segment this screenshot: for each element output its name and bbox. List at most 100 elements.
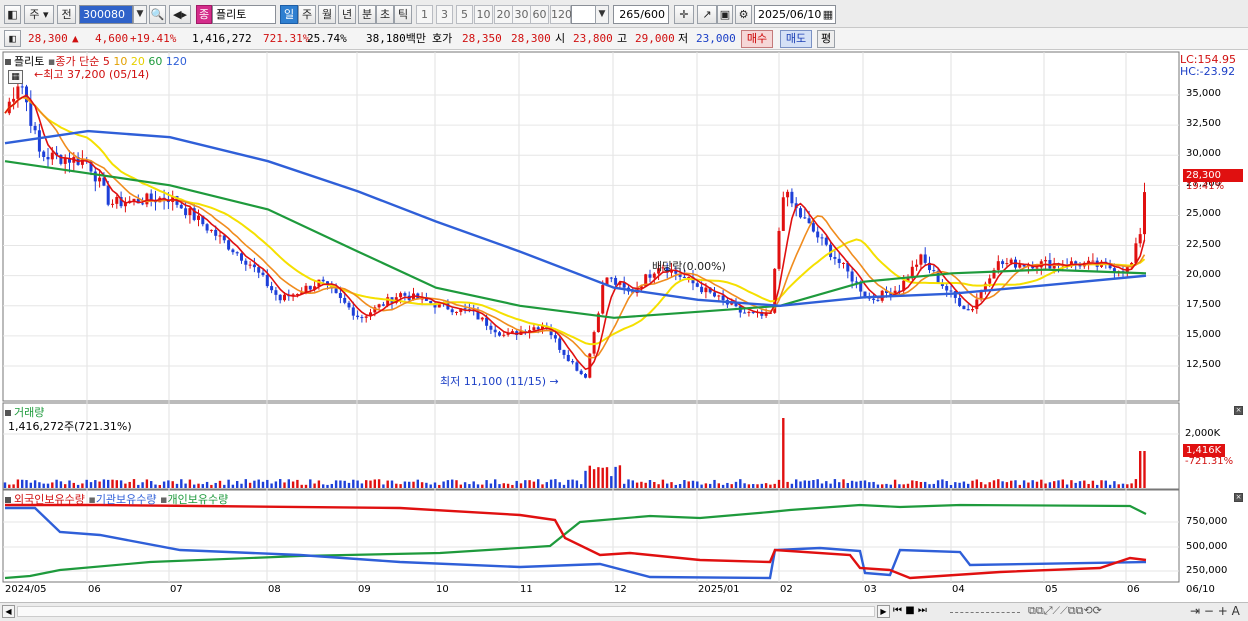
candle-body	[227, 240, 231, 250]
bar-count-field[interactable]: 265/600	[613, 5, 669, 24]
ask-price: 28,300	[511, 32, 551, 45]
candle-body	[562, 349, 566, 355]
sync-icon[interactable]: ⟲	[1083, 604, 1092, 617]
period-3-button[interactable]: 년	[338, 5, 356, 24]
volume-bar	[902, 484, 905, 488]
gear-icon[interactable]: ⚙	[735, 5, 752, 24]
interval-5-button[interactable]: 5	[456, 5, 473, 24]
volume-bar	[1070, 480, 1073, 488]
font-size-icon[interactable]: A	[1232, 604, 1240, 618]
stock-name-field[interactable]: 플리토	[212, 5, 276, 24]
candle-body	[820, 237, 824, 239]
volume-bar	[984, 484, 987, 488]
interval-10-button[interactable]: 10	[474, 5, 493, 24]
stock-chart[interactable]: 플리토 ▪종가 단순 5 10 20 60 120 ▦ ←최고 37,200 (…	[0, 50, 1248, 602]
prev-button[interactable]: 전	[57, 5, 76, 24]
volume-bar	[605, 467, 609, 488]
interval-3-button[interactable]: 3	[436, 5, 453, 24]
volume-bar	[33, 480, 37, 488]
flat-button[interactable]: 평	[817, 30, 835, 48]
panel-menu-icon[interactable]: ◧	[4, 30, 21, 47]
layout2-icon[interactable]: ⧉	[1036, 604, 1044, 617]
line-icon[interactable]: ⟋	[1053, 604, 1061, 617]
first-icon[interactable]: ⏮	[893, 605, 902, 616]
close-volume-panel-icon[interactable]: ×	[1234, 406, 1243, 415]
buy-button[interactable]: 매수	[741, 30, 773, 48]
volume-bar	[614, 466, 617, 488]
chart-canvas[interactable]	[0, 50, 1248, 602]
candle-body	[429, 300, 433, 304]
candle-body	[842, 262, 845, 264]
volume-bar	[248, 482, 252, 488]
interval-30-button[interactable]: 30	[512, 5, 531, 24]
speaker-icon[interactable]: ◀▸	[169, 5, 191, 24]
volume-bar	[812, 480, 815, 488]
candle-body	[1138, 234, 1142, 244]
candle-body	[704, 287, 708, 293]
scroll-track[interactable]	[17, 606, 875, 617]
volume-bar	[59, 481, 63, 488]
draw-tool-icon[interactable]: ↗	[697, 5, 717, 24]
calendar-icon[interactable]: ▦	[820, 6, 836, 23]
line2-icon[interactable]: ⟋	[1060, 604, 1068, 617]
volume-bar	[412, 481, 415, 488]
zoom-in-icon[interactable]: +	[1218, 604, 1228, 618]
interval-1-button[interactable]: 1	[416, 5, 433, 24]
scale-icon[interactable]: ⤢	[1044, 604, 1053, 617]
market-select[interactable]: 주 ▾	[24, 5, 54, 24]
stop-icon[interactable]: ■	[905, 605, 914, 616]
save-icon[interactable]: ▣	[717, 5, 733, 24]
period-6-button[interactable]: 틱	[394, 5, 412, 24]
period-2-button[interactable]: 월	[318, 5, 336, 24]
scroll-right-icon[interactable]: ▶	[877, 605, 890, 618]
volume-bar	[85, 479, 88, 488]
interval-60-button[interactable]: 60	[530, 5, 549, 24]
candle-body	[334, 288, 338, 294]
interval-20-button[interactable]: 20	[494, 5, 513, 24]
period-4-button[interactable]: 분	[358, 5, 376, 24]
sell-button[interactable]: 매도	[780, 30, 812, 48]
period-5-button[interactable]: 초	[376, 5, 394, 24]
volume-bar	[670, 482, 673, 488]
last-icon[interactable]: ⏭	[918, 605, 927, 616]
fit-icon[interactable]: ⇥	[1190, 604, 1200, 618]
period-1-button[interactable]: 주	[298, 5, 316, 24]
zoom-slider[interactable]	[950, 612, 1020, 614]
period-combo-arrow-icon[interactable]: ▼	[595, 5, 609, 24]
interval-120-button[interactable]: 120	[550, 5, 572, 24]
volume-bar	[545, 482, 548, 488]
candle-body	[231, 249, 235, 253]
crosshair-icon[interactable]: ✛	[674, 5, 694, 24]
volume-bar	[975, 479, 978, 488]
candle-body	[592, 332, 596, 354]
volume-bar	[601, 467, 604, 488]
chart-scroll-bar[interactable]: ◀ ▶ ⏮ ■ ⏭ ⧉⧉⤢⟋⟋⧉⧉⟲⟳ ⇥ − + A	[0, 602, 1248, 621]
sync2-icon[interactable]: ⟳	[1093, 604, 1102, 617]
candle-body	[988, 278, 992, 284]
stock-type-badge: 종	[196, 5, 212, 24]
zoom-out-icon[interactable]: −	[1204, 604, 1214, 618]
volume-bar	[29, 482, 32, 488]
volume-bar	[1053, 481, 1056, 488]
period-0-button[interactable]: 일	[280, 5, 298, 24]
volume-bar	[1061, 479, 1064, 488]
volume-bar	[971, 480, 974, 488]
link-icon[interactable]: ⧉	[1068, 604, 1076, 617]
volume-bar	[365, 480, 368, 488]
candle-body	[872, 298, 876, 300]
volume-bar	[623, 483, 626, 488]
volume-bar	[782, 418, 785, 488]
candle-body	[816, 231, 820, 238]
layout-icon[interactable]: ⧉	[1028, 604, 1036, 617]
volume-bar	[885, 483, 888, 488]
table-toggle-icon[interactable]: ▦	[8, 70, 23, 84]
code-dropdown-icon[interactable]: ▼	[133, 5, 147, 24]
close-holding-panel-icon[interactable]: ×	[1234, 493, 1243, 502]
volume-bar	[167, 480, 170, 488]
volume-bar	[446, 480, 450, 488]
stock-code-input[interactable]: 300080	[79, 5, 133, 24]
scroll-left-icon[interactable]: ◀	[2, 605, 15, 618]
chart-menu-icon[interactable]: ◧	[4, 5, 21, 24]
candle-body	[480, 317, 484, 320]
search-icon[interactable]: 🔍	[149, 5, 166, 24]
